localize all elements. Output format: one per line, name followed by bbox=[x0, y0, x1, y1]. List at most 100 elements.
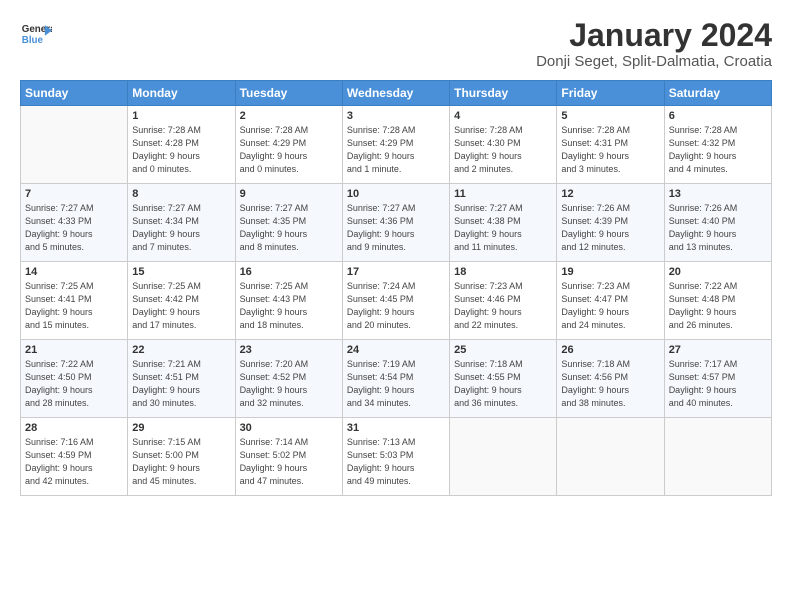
day-number: 24 bbox=[347, 344, 445, 356]
calendar-cell: 19 Sunrise: 7:23 AM Sunset: 4:47 PM Dayli… bbox=[557, 262, 664, 340]
day-info: Sunrise: 7:15 AM Sunset: 5:00 PM Dayligh… bbox=[132, 436, 230, 488]
calendar-cell: 26 Sunrise: 7:18 AM Sunset: 4:56 PM Dayli… bbox=[557, 340, 664, 418]
day-number: 4 bbox=[454, 110, 552, 122]
calendar-header-row: SundayMondayTuesdayWednesdayThursdayFrid… bbox=[21, 81, 772, 106]
day-number: 12 bbox=[561, 188, 659, 200]
header-day-saturday: Saturday bbox=[664, 81, 771, 106]
week-row-1: 1Sunrise: 7:28 AM Sunset: 4:28 PM Daylig… bbox=[21, 106, 772, 184]
day-number: 11 bbox=[454, 188, 552, 200]
calendar-cell: 13 Sunrise: 7:26 AM Sunset: 4:40 PM Dayli… bbox=[664, 184, 771, 262]
day-info: Sunrise: 7:22 AM Sunset: 4:48 PM Dayligh… bbox=[669, 280, 767, 332]
day-info: Sunrise: 7:16 AM Sunset: 4:59 PM Dayligh… bbox=[25, 436, 123, 488]
header-day-thursday: Thursday bbox=[450, 81, 557, 106]
day-info: Sunrise: 7:24 AM Sunset: 4:45 PM Dayligh… bbox=[347, 280, 445, 332]
calendar-cell: 30Sunrise: 7:14 AM Sunset: 5:02 PM Dayli… bbox=[235, 418, 342, 496]
day-number: 30 bbox=[240, 422, 338, 434]
calendar-cell: 6 Sunrise: 7:28 AM Sunset: 4:32 PM Daylig… bbox=[664, 106, 771, 184]
calendar-cell bbox=[557, 418, 664, 496]
calendar-cell: 7 Sunrise: 7:27 AM Sunset: 4:33 PM Daylig… bbox=[21, 184, 128, 262]
calendar-cell: 4Sunrise: 7:28 AM Sunset: 4:30 PM Daylig… bbox=[450, 106, 557, 184]
day-number: 16 bbox=[240, 266, 338, 278]
logo-icon: General Blue bbox=[20, 18, 52, 50]
day-info: Sunrise: 7:28 AM Sunset: 4:29 PM Dayligh… bbox=[347, 124, 445, 176]
day-number: 26 bbox=[561, 344, 659, 356]
day-number: 25 bbox=[454, 344, 552, 356]
day-info: Sunrise: 7:19 AM Sunset: 4:54 PM Dayligh… bbox=[347, 358, 445, 410]
week-row-2: 7 Sunrise: 7:27 AM Sunset: 4:33 PM Daylig… bbox=[21, 184, 772, 262]
day-number: 29 bbox=[132, 422, 230, 434]
calendar-cell bbox=[21, 106, 128, 184]
calendar-cell: 27Sunrise: 7:17 AM Sunset: 4:57 PM Dayli… bbox=[664, 340, 771, 418]
day-info: Sunrise: 7:21 AM Sunset: 4:51 PM Dayligh… bbox=[132, 358, 230, 410]
day-info: Sunrise: 7:28 AM Sunset: 4:29 PM Dayligh… bbox=[240, 124, 338, 176]
day-number: 2 bbox=[240, 110, 338, 122]
day-info: Sunrise: 7:27 AM Sunset: 4:34 PM Dayligh… bbox=[132, 202, 230, 254]
day-number: 31 bbox=[347, 422, 445, 434]
day-info: Sunrise: 7:25 AM Sunset: 4:41 PM Dayligh… bbox=[25, 280, 123, 332]
title-block: January 2024 Donji Seget, Split-Dalmatia… bbox=[536, 18, 772, 70]
day-info: Sunrise: 7:23 AM Sunset: 4:46 PM Dayligh… bbox=[454, 280, 552, 332]
header-day-sunday: Sunday bbox=[21, 81, 128, 106]
day-info: Sunrise: 7:23 AM Sunset: 4:47 PM Dayligh… bbox=[561, 280, 659, 332]
calendar-cell: 25 Sunrise: 7:18 AM Sunset: 4:55 PM Dayli… bbox=[450, 340, 557, 418]
day-info: Sunrise: 7:20 AM Sunset: 4:52 PM Dayligh… bbox=[240, 358, 338, 410]
day-number: 17 bbox=[347, 266, 445, 278]
page: General Blue January 2024 Donji Seget, S… bbox=[0, 0, 792, 612]
calendar-cell: 12Sunrise: 7:26 AM Sunset: 4:39 PM Dayli… bbox=[557, 184, 664, 262]
day-number: 7 bbox=[25, 188, 123, 200]
calendar-cell: 2 Sunrise: 7:28 AM Sunset: 4:29 PM Daylig… bbox=[235, 106, 342, 184]
day-number: 10 bbox=[347, 188, 445, 200]
day-number: 13 bbox=[669, 188, 767, 200]
day-info: Sunrise: 7:22 AM Sunset: 4:50 PM Dayligh… bbox=[25, 358, 123, 410]
day-info: Sunrise: 7:17 AM Sunset: 4:57 PM Dayligh… bbox=[669, 358, 767, 410]
day-number: 18 bbox=[454, 266, 552, 278]
header: General Blue January 2024 Donji Seget, S… bbox=[20, 18, 772, 70]
calendar-table: SundayMondayTuesdayWednesdayThursdayFrid… bbox=[20, 80, 772, 496]
day-info: Sunrise: 7:18 AM Sunset: 4:55 PM Dayligh… bbox=[454, 358, 552, 410]
week-row-3: 14Sunrise: 7:25 AM Sunset: 4:41 PM Dayli… bbox=[21, 262, 772, 340]
day-info: Sunrise: 7:13 AM Sunset: 5:03 PM Dayligh… bbox=[347, 436, 445, 488]
day-number: 6 bbox=[669, 110, 767, 122]
day-info: Sunrise: 7:27 AM Sunset: 4:36 PM Dayligh… bbox=[347, 202, 445, 254]
calendar-cell: 31 Sunrise: 7:13 AM Sunset: 5:03 PM Dayli… bbox=[342, 418, 449, 496]
calendar-cell: 18 Sunrise: 7:23 AM Sunset: 4:46 PM Dayli… bbox=[450, 262, 557, 340]
day-number: 8 bbox=[132, 188, 230, 200]
day-number: 5 bbox=[561, 110, 659, 122]
calendar-cell: 10 Sunrise: 7:27 AM Sunset: 4:36 PM Dayli… bbox=[342, 184, 449, 262]
calendar-cell bbox=[450, 418, 557, 496]
calendar-cell: 15Sunrise: 7:25 AM Sunset: 4:42 PM Dayli… bbox=[128, 262, 235, 340]
calendar-cell: 22Sunrise: 7:21 AM Sunset: 4:51 PM Dayli… bbox=[128, 340, 235, 418]
calendar-cell: 1Sunrise: 7:28 AM Sunset: 4:28 PM Daylig… bbox=[128, 106, 235, 184]
calendar-cell bbox=[664, 418, 771, 496]
calendar-cell: 8 Sunrise: 7:27 AM Sunset: 4:34 PM Daylig… bbox=[128, 184, 235, 262]
day-info: Sunrise: 7:27 AM Sunset: 4:38 PM Dayligh… bbox=[454, 202, 552, 254]
header-day-tuesday: Tuesday bbox=[235, 81, 342, 106]
day-info: Sunrise: 7:28 AM Sunset: 4:32 PM Dayligh… bbox=[669, 124, 767, 176]
calendar-cell: 16 Sunrise: 7:25 AM Sunset: 4:43 PM Dayli… bbox=[235, 262, 342, 340]
day-info: Sunrise: 7:27 AM Sunset: 4:33 PM Dayligh… bbox=[25, 202, 123, 254]
day-info: Sunrise: 7:28 AM Sunset: 4:28 PM Dayligh… bbox=[132, 124, 230, 176]
week-row-5: 28 Sunrise: 7:16 AM Sunset: 4:59 PM Dayli… bbox=[21, 418, 772, 496]
day-number: 15 bbox=[132, 266, 230, 278]
calendar-cell: 11 Sunrise: 7:27 AM Sunset: 4:38 PM Dayli… bbox=[450, 184, 557, 262]
header-day-friday: Friday bbox=[557, 81, 664, 106]
header-day-wednesday: Wednesday bbox=[342, 81, 449, 106]
day-number: 21 bbox=[25, 344, 123, 356]
calendar-cell: 29 Sunrise: 7:15 AM Sunset: 5:00 PM Dayli… bbox=[128, 418, 235, 496]
month-title: January 2024 bbox=[536, 18, 772, 53]
calendar-cell: 28 Sunrise: 7:16 AM Sunset: 4:59 PM Dayli… bbox=[21, 418, 128, 496]
calendar-cell: 14Sunrise: 7:25 AM Sunset: 4:41 PM Dayli… bbox=[21, 262, 128, 340]
day-number: 19 bbox=[561, 266, 659, 278]
calendar-cell: 21 Sunrise: 7:22 AM Sunset: 4:50 PM Dayli… bbox=[21, 340, 128, 418]
location-title: Donji Seget, Split-Dalmatia, Croatia bbox=[536, 53, 772, 70]
day-number: 28 bbox=[25, 422, 123, 434]
calendar-cell: 23 Sunrise: 7:20 AM Sunset: 4:52 PM Dayli… bbox=[235, 340, 342, 418]
day-info: Sunrise: 7:18 AM Sunset: 4:56 PM Dayligh… bbox=[561, 358, 659, 410]
calendar-cell: 17 Sunrise: 7:24 AM Sunset: 4:45 PM Dayli… bbox=[342, 262, 449, 340]
day-info: Sunrise: 7:28 AM Sunset: 4:31 PM Dayligh… bbox=[561, 124, 659, 176]
day-number: 23 bbox=[240, 344, 338, 356]
day-info: Sunrise: 7:25 AM Sunset: 4:43 PM Dayligh… bbox=[240, 280, 338, 332]
day-info: Sunrise: 7:27 AM Sunset: 4:35 PM Dayligh… bbox=[240, 202, 338, 254]
week-row-4: 21 Sunrise: 7:22 AM Sunset: 4:50 PM Dayli… bbox=[21, 340, 772, 418]
day-info: Sunrise: 7:26 AM Sunset: 4:40 PM Dayligh… bbox=[669, 202, 767, 254]
